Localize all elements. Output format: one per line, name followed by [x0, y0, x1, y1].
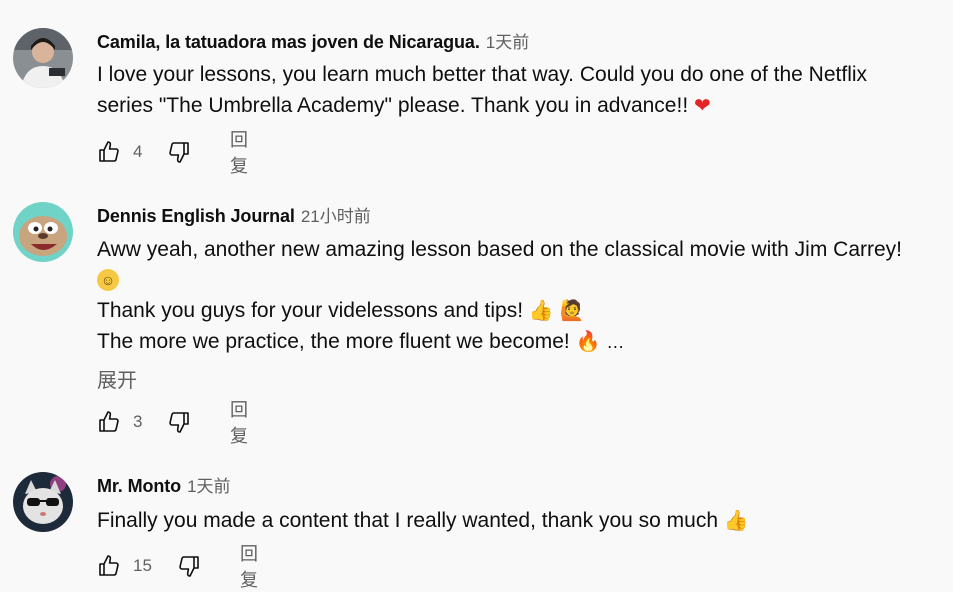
- reply-button[interactable]: 回复: [230, 400, 248, 446]
- avatar-cat-icon: [13, 472, 73, 532]
- comment-line: I love your lessons, you learn much bett…: [97, 63, 868, 86]
- comment-time[interactable]: 1天前: [486, 33, 529, 52]
- comment-line: The more we practice, the more fluent we…: [97, 330, 570, 353]
- comment-line: Aww yeah, another new amazing lesson bas…: [97, 238, 902, 261]
- reply-label: 回复: [230, 400, 248, 446]
- grinning-face-emoji-icon: ☺: [97, 269, 119, 292]
- comment-time[interactable]: 1天前: [187, 477, 230, 496]
- comment-text: Aww yeah, another new amazing lesson bas…: [97, 235, 937, 357]
- comment-item: Camila, la tatuadora mas joven de Nicara…: [0, 0, 953, 180]
- comment-line: series "The Umbrella Academy" please. Th…: [97, 94, 689, 117]
- person-facepalm-emoji-icon: 🙋: [559, 298, 585, 322]
- expand-button[interactable]: 展开: [97, 364, 137, 393]
- thumbs-up-emoji-icon: 👍: [723, 508, 749, 532]
- thumbs-up-icon: [99, 411, 119, 432]
- avatar[interactable]: [13, 202, 73, 262]
- thumbs-up-icon: [99, 141, 119, 162]
- comment-item: Dennis English Journal 21小时前 Aww yeah, an…: [0, 180, 953, 450]
- fire-emoji-icon: 🔥: [575, 329, 601, 353]
- thumbs-up-emoji-icon: 👍: [528, 298, 554, 322]
- comment-time[interactable]: 21小时前: [301, 207, 371, 226]
- comment-author[interactable]: Mr. Monto: [97, 476, 181, 496]
- truncation-ellipsis: …: [606, 332, 625, 352]
- comment-line-wrap: ☺: [97, 265, 937, 295]
- reply-label: 回复: [240, 544, 258, 590]
- like-button[interactable]: 3: [97, 409, 142, 435]
- thumbs-up-icon: [99, 555, 119, 576]
- reply-label: 回复: [230, 130, 248, 176]
- thumbs-down-icon: [169, 142, 189, 163]
- like-count: 4: [133, 142, 143, 161]
- comment-header: Camila, la tatuadora mas joven de Nicara…: [97, 31, 529, 54]
- avatar-photo-icon: [13, 28, 73, 88]
- avatar-cartoon-icon: [13, 202, 73, 262]
- dislike-button[interactable]: [167, 139, 191, 165]
- like-count: 15: [133, 556, 152, 575]
- like-button[interactable]: 4: [97, 139, 142, 165]
- like-button[interactable]: 15: [97, 553, 152, 579]
- dislike-button[interactable]: [177, 553, 201, 579]
- reply-button[interactable]: 回复: [240, 544, 258, 590]
- comment-line-wrap: Finally you made a content that I really…: [97, 505, 937, 536]
- like-count: 3: [133, 412, 143, 431]
- comment-line-wrap: Thank you guys for your videlessons and …: [97, 295, 937, 326]
- avatar[interactable]: [13, 28, 73, 88]
- comment-line-wrap: The more we practice, the more fluent we…: [97, 326, 937, 357]
- comment-line: Finally you made a content that I really…: [97, 509, 719, 532]
- thumbs-down-icon: [179, 556, 199, 577]
- thumbs-down-icon: [169, 412, 189, 433]
- comment-author[interactable]: Dennis English Journal: [97, 206, 295, 226]
- reply-button[interactable]: 回复: [230, 130, 248, 176]
- heart-emoji-icon: ❤: [694, 93, 711, 117]
- comment-item: Mr. Monto 1天前 Finally you made a content …: [0, 450, 953, 590]
- comment-author[interactable]: Camila, la tatuadora mas joven de Nicara…: [97, 32, 480, 52]
- comment-header: Mr. Monto 1天前: [97, 475, 231, 498]
- comment-line-wrap: series "The Umbrella Academy" please. Th…: [97, 90, 937, 121]
- comment-line: Thank you guys for your videlessons and …: [97, 299, 524, 322]
- avatar[interactable]: [13, 472, 73, 532]
- dislike-button[interactable]: [167, 409, 191, 435]
- comment-text: I love your lessons, you learn much bett…: [97, 60, 937, 121]
- comment-text: Finally you made a content that I really…: [97, 505, 937, 536]
- comment-header: Dennis English Journal 21小时前: [97, 205, 371, 228]
